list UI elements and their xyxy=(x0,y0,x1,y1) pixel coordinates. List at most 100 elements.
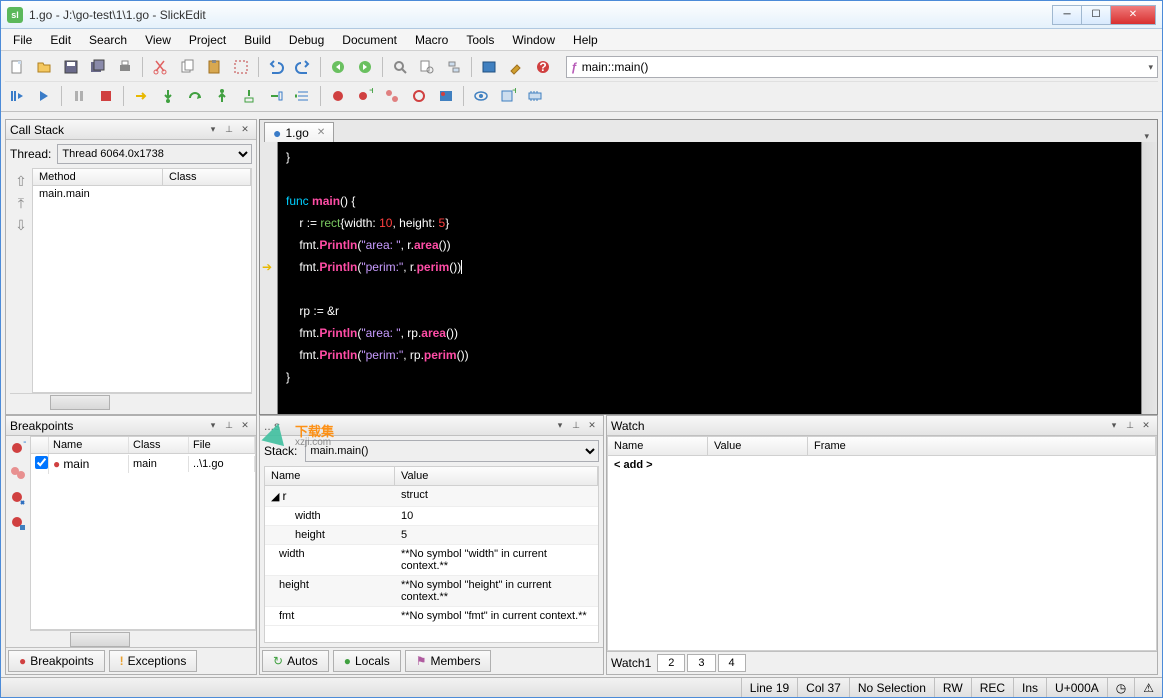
memory-icon[interactable] xyxy=(523,84,547,108)
dropdown-icon[interactable]: ▾ xyxy=(1107,419,1121,433)
menu-build[interactable]: Build xyxy=(236,31,279,49)
add-breakpoint-icon[interactable]: + xyxy=(10,440,26,459)
bp-pair-icon[interactable] xyxy=(10,465,26,484)
run-to-cursor-icon[interactable] xyxy=(264,84,288,108)
find-in-files-icon[interactable] xyxy=(415,55,439,79)
menu-debug[interactable]: Debug xyxy=(281,31,332,49)
toggle-breakpoint-icon[interactable] xyxy=(326,84,350,108)
help-icon[interactable]: ? xyxy=(531,55,555,79)
close-button[interactable]: ✕ xyxy=(1110,5,1156,25)
run-to-line-icon[interactable] xyxy=(291,84,315,108)
dropdown-icon[interactable]: ▾ xyxy=(206,123,220,137)
pin-icon[interactable]: ⊥ xyxy=(222,419,236,433)
disable-breakpoint-icon[interactable] xyxy=(407,84,431,108)
autos-table[interactable]: Name Value ◢ rstruct width10 height5 wid… xyxy=(264,466,599,643)
back-icon[interactable] xyxy=(326,55,350,79)
watch-add-row[interactable]: < add > xyxy=(608,456,1156,474)
menu-window[interactable]: Window xyxy=(504,31,563,49)
horizontal-scrollbar[interactable] xyxy=(10,393,252,410)
goto-breakpoint-icon[interactable] xyxy=(10,515,26,534)
thread-label: Thread: xyxy=(10,147,51,161)
menu-document[interactable]: Document xyxy=(334,31,405,49)
stop-icon[interactable] xyxy=(94,84,118,108)
top-frame-icon[interactable]: ⤒ xyxy=(12,194,30,212)
maximize-button[interactable]: ☐ xyxy=(1081,5,1111,25)
close-panel-icon[interactable]: ✕ xyxy=(238,419,252,433)
symbol-combo[interactable]: ƒ main::main() ▾ xyxy=(566,56,1158,78)
watch-table[interactable]: Name Value Frame < add > xyxy=(607,436,1157,651)
thread-select[interactable]: Thread 6064.0x1738 xyxy=(57,144,252,164)
close-tab-icon[interactable]: ✕ xyxy=(317,127,325,138)
stack-label: Stack: xyxy=(264,444,297,458)
step-out-icon[interactable] xyxy=(210,84,234,108)
menu-view[interactable]: View xyxy=(137,31,179,49)
code-editor[interactable]: ➔ } func main() { r := rect{width: 10, h… xyxy=(260,142,1141,414)
minimize-button[interactable]: ─ xyxy=(1052,5,1082,25)
menu-edit[interactable]: Edit xyxy=(42,31,79,49)
paste-icon[interactable] xyxy=(202,55,226,79)
print-icon[interactable] xyxy=(113,55,137,79)
select-all-icon[interactable] xyxy=(229,55,253,79)
find-icon[interactable] xyxy=(388,55,412,79)
watch-tab-2[interactable]: 2 xyxy=(657,654,685,672)
open-file-icon[interactable] xyxy=(32,55,56,79)
exceptions-tab[interactable]: !Exceptions xyxy=(109,650,198,672)
copy-icon[interactable] xyxy=(175,55,199,79)
cut-icon[interactable] xyxy=(148,55,172,79)
stack-frame-row[interactable]: main.main xyxy=(33,186,251,202)
menu-search[interactable]: Search xyxy=(81,31,135,49)
delete-breakpoint-icon[interactable] xyxy=(10,490,26,509)
up-frame-icon[interactable]: ⇧ xyxy=(12,172,30,190)
down-frame-icon[interactable]: ⇩ xyxy=(12,216,30,234)
dropdown-icon[interactable]: ▾ xyxy=(553,419,567,433)
locals-tab[interactable]: ●Locals xyxy=(333,650,401,672)
replace-icon[interactable] xyxy=(442,55,466,79)
autos-tab[interactable]: ↻Autos xyxy=(262,650,329,672)
continue-icon[interactable] xyxy=(32,84,56,108)
vertical-scrollbar[interactable] xyxy=(1141,142,1157,414)
watch-tab-3[interactable]: 3 xyxy=(687,654,715,672)
breakpoints-table[interactable]: Name Class File ● main main ..\1.go xyxy=(30,436,256,630)
close-panel-icon[interactable]: ✕ xyxy=(585,419,599,433)
horizontal-scrollbar[interactable] xyxy=(30,630,256,647)
menu-help[interactable]: Help xyxy=(565,31,606,49)
menu-tools[interactable]: Tools xyxy=(458,31,502,49)
new-file-icon[interactable] xyxy=(5,55,29,79)
close-panel-icon[interactable]: ✕ xyxy=(1139,419,1153,433)
menu-file[interactable]: File xyxy=(5,31,40,49)
pin-icon[interactable]: ⊥ xyxy=(222,123,236,137)
step-into-icon[interactable] xyxy=(156,84,180,108)
new-breakpoint-icon[interactable]: + xyxy=(353,84,377,108)
pause-icon[interactable] xyxy=(67,84,91,108)
add-watch-icon[interactable]: + xyxy=(496,84,520,108)
tab-dropdown-icon[interactable]: ▾ xyxy=(1136,131,1157,142)
call-stack-table[interactable]: Method Class main.main xyxy=(32,168,252,393)
undo-icon[interactable] xyxy=(264,55,288,79)
show-next-icon[interactable] xyxy=(129,84,153,108)
breakpoint-enabled-checkbox[interactable] xyxy=(35,456,48,469)
save-icon[interactable] xyxy=(59,55,83,79)
breakpoint-window-icon[interactable] xyxy=(434,84,458,108)
step-over-icon[interactable] xyxy=(183,84,207,108)
menu-macro[interactable]: Macro xyxy=(407,31,456,49)
forward-icon[interactable] xyxy=(353,55,377,79)
stack-select[interactable]: main.main() xyxy=(305,440,599,462)
pin-icon[interactable]: ⊥ xyxy=(569,419,583,433)
breakpoint-row[interactable]: ● main main ..\1.go xyxy=(31,454,255,474)
restart-debug-icon[interactable] xyxy=(5,84,29,108)
breakpoints-tab[interactable]: ●Breakpoints xyxy=(8,650,105,672)
editor-tab-1go[interactable]: ● 1.go ✕ xyxy=(264,122,334,142)
breakpoints-list-icon[interactable] xyxy=(380,84,404,108)
terminal-icon[interactable] xyxy=(477,55,501,79)
watch-tab-4[interactable]: 4 xyxy=(718,654,746,672)
menu-project[interactable]: Project xyxy=(181,31,234,49)
step-deep-icon[interactable] xyxy=(237,84,261,108)
save-all-icon[interactable] xyxy=(86,55,110,79)
pin-icon[interactable]: ⊥ xyxy=(1123,419,1137,433)
close-panel-icon[interactable]: ✕ xyxy=(238,123,252,137)
watch-icon[interactable] xyxy=(469,84,493,108)
config-icon[interactable] xyxy=(504,55,528,79)
members-tab[interactable]: ⚑Members xyxy=(405,650,492,672)
redo-icon[interactable] xyxy=(291,55,315,79)
dropdown-icon[interactable]: ▾ xyxy=(206,419,220,433)
